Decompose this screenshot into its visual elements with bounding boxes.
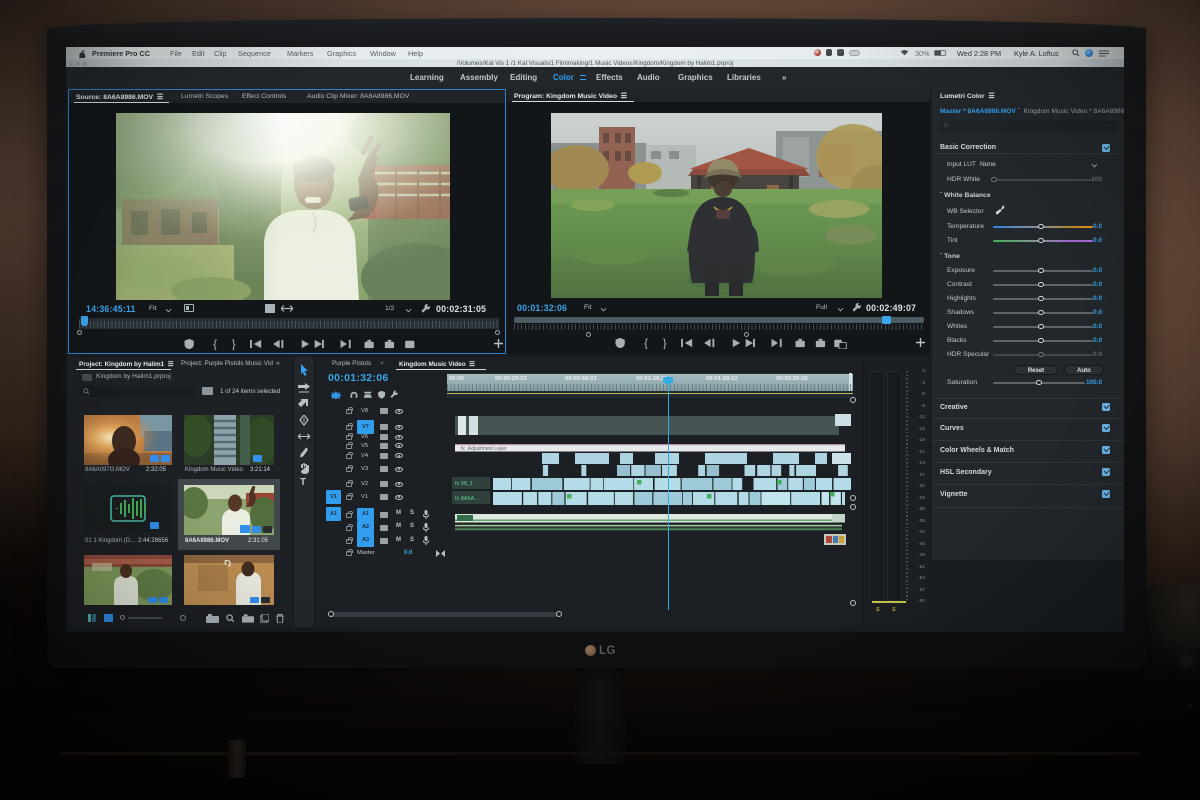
svg-text:fx Adjustment Layer: fx Adjustment Layer	[461, 446, 507, 452]
svg-text:{: {	[213, 338, 217, 350]
svg-text:{: {	[644, 337, 648, 349]
svg-text:}: }	[663, 337, 667, 349]
svg-text:}: }	[232, 338, 236, 350]
svg-text:fx 8A6A...: fx 8A6A...	[455, 496, 479, 502]
svg-text:fx 08_1: fx 08_1	[455, 481, 473, 487]
